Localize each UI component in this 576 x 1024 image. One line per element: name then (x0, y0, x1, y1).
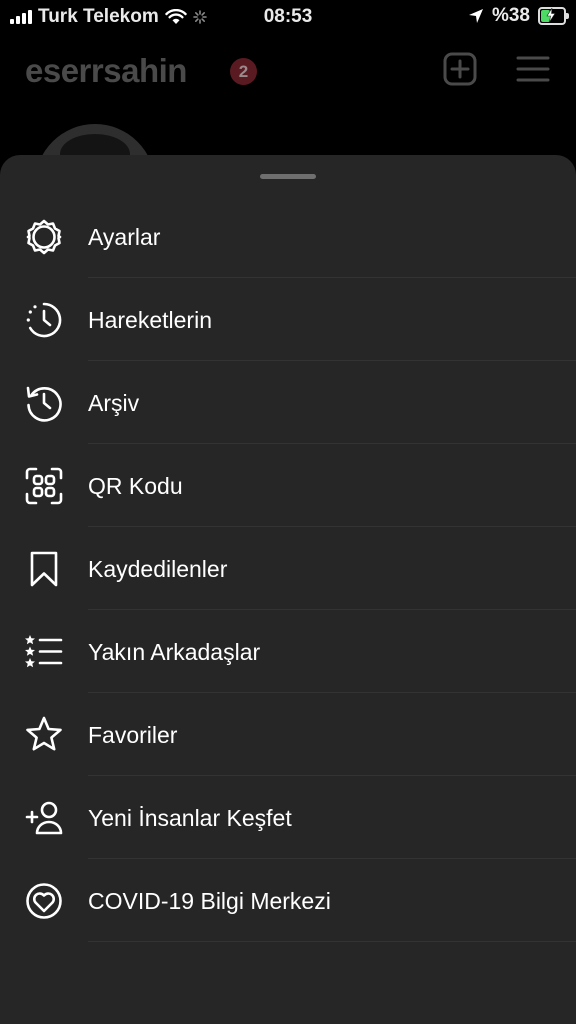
profile-username[interactable]: eserrsahin (25, 52, 187, 90)
close-friends-list-icon (25, 635, 63, 668)
menu-item-label: Yeni İnsanlar Keşfet (88, 805, 292, 831)
star-icon (26, 716, 62, 751)
menu-item-label: Yakın Arkadaşlar (88, 639, 261, 665)
menu-item-favorites[interactable]: Favoriler (0, 693, 576, 776)
new-post-button[interactable] (443, 52, 477, 86)
hamburger-menu-button[interactable] (515, 52, 551, 86)
menu-item-label: Ayarlar (88, 224, 161, 250)
drag-handle[interactable] (260, 174, 316, 179)
menu-item-saved[interactable]: Kaydedilenler (0, 527, 576, 610)
menu-item-archive[interactable]: Arşiv (0, 361, 576, 444)
profile-header: eserrsahin 2 (0, 44, 576, 104)
bookmark-icon (30, 551, 58, 587)
location-arrow-icon (468, 9, 483, 23)
battery-icon (538, 7, 569, 25)
heart-circle-icon (26, 883, 62, 919)
menu-item-label: Kaydedilenler (88, 556, 228, 582)
menu-item-settings[interactable]: Ayarlar (0, 195, 576, 278)
charging-bolt-icon (546, 8, 556, 22)
activity-clock-icon (26, 302, 62, 338)
qr-code-icon (25, 467, 63, 505)
menu-item-close-friends[interactable]: Yakın Arkadaşlar (0, 610, 576, 693)
battery-percentage: %38 (491, 5, 530, 26)
menu-item-activity[interactable]: Hareketlerin (0, 278, 576, 361)
archive-history-icon (26, 386, 62, 422)
menu-item-label: Arşiv (88, 390, 140, 416)
divider (88, 941, 576, 942)
options-bottom-sheet: Ayarlar Hareketlerin Arşiv QR Kodu Kayde… (0, 155, 576, 1024)
options-menu-list: Ayarlar Hareketlerin Arşiv QR Kodu Kayde… (0, 195, 576, 942)
status-right: %38 (468, 5, 569, 27)
menu-item-discover-people[interactable]: Yeni İnsanlar Keşfet (0, 776, 576, 859)
menu-item-label: QR Kodu (88, 473, 183, 499)
menu-item-label: COVID-19 Bilgi Merkezi (88, 888, 331, 914)
menu-item-covid-info[interactable]: COVID-19 Bilgi Merkezi (0, 859, 576, 942)
add-person-icon (25, 801, 63, 835)
notification-badge: 2 (230, 58, 257, 85)
status-bar: Turk Telekom 08:53 %38 (0, 0, 576, 34)
menu-item-qr-code[interactable]: QR Kodu (0, 444, 576, 527)
settings-gear-icon (26, 219, 62, 255)
menu-item-label: Favoriler (88, 722, 178, 748)
menu-item-label: Hareketlerin (88, 307, 212, 333)
